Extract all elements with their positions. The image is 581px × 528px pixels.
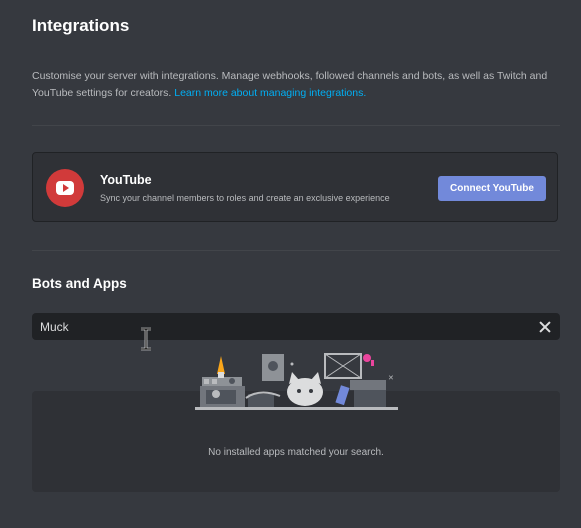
divider	[32, 125, 560, 126]
page-description: Customise your server with integrations.…	[32, 68, 552, 102]
apps-search-bar	[32, 313, 560, 340]
learn-more-link[interactable]: Learn more about managing integrations.	[174, 87, 366, 99]
apps-search-input[interactable]	[40, 313, 520, 340]
youtube-icon	[46, 169, 84, 207]
empty-results-message: No installed apps matched your search.	[208, 447, 384, 458]
divider	[32, 250, 560, 251]
connect-youtube-button[interactable]: Connect YouTube	[438, 176, 546, 201]
youtube-title: YouTube	[100, 173, 152, 187]
youtube-integration-card: YouTube Sync your channel members to rol…	[32, 152, 558, 222]
text-cursor-icon	[141, 327, 151, 351]
page-title: Integrations	[32, 16, 130, 35]
bots-and-apps-heading: Bots and Apps	[32, 276, 127, 291]
empty-state-illustration: ✕	[195, 353, 398, 410]
svg-text:✕: ✕	[388, 375, 394, 382]
youtube-description: Sync your channel members to roles and c…	[100, 193, 390, 203]
close-icon[interactable]	[534, 316, 556, 338]
